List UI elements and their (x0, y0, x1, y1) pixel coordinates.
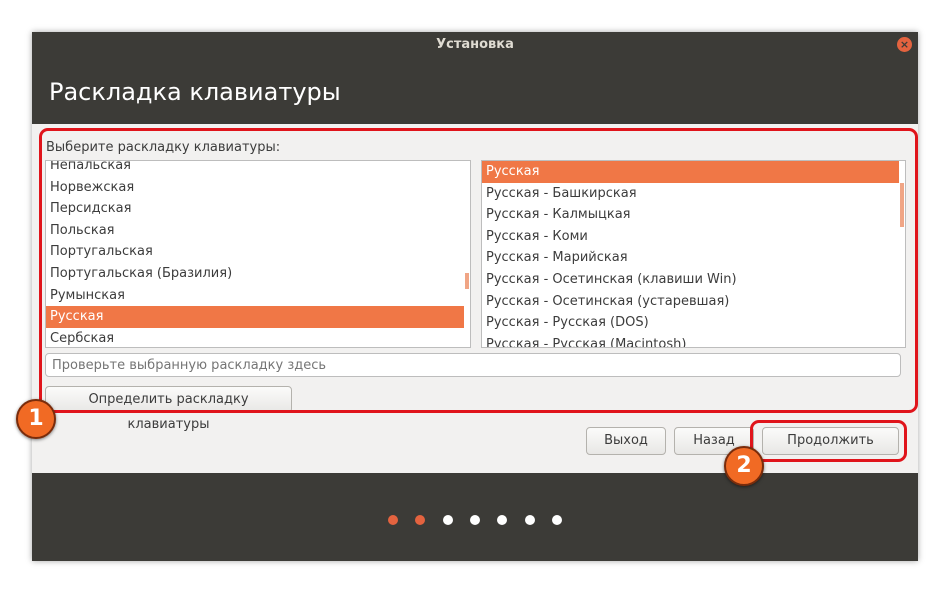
page-header: Раскладка клавиатуры (32, 57, 918, 124)
progress-dot (442, 515, 453, 525)
window-titlebar: Установка × (32, 32, 918, 57)
page-title: Раскладка клавиатуры (49, 78, 341, 106)
progress-footer (32, 473, 918, 561)
highlight-box-layout (39, 128, 918, 413)
progress-dot (497, 515, 508, 525)
step-marker-2: 2 (724, 446, 764, 486)
step-marker-1: 1 (16, 399, 56, 439)
progress-dot (524, 515, 535, 525)
progress-dot (415, 515, 426, 525)
quit-button[interactable]: Выход (586, 427, 666, 455)
progress-dot (551, 515, 562, 525)
close-icon[interactable]: × (897, 37, 912, 52)
highlight-box-continue (750, 420, 907, 462)
window-title: Установка (436, 37, 514, 52)
progress-dot (388, 515, 398, 525)
progress-dot (469, 515, 480, 525)
